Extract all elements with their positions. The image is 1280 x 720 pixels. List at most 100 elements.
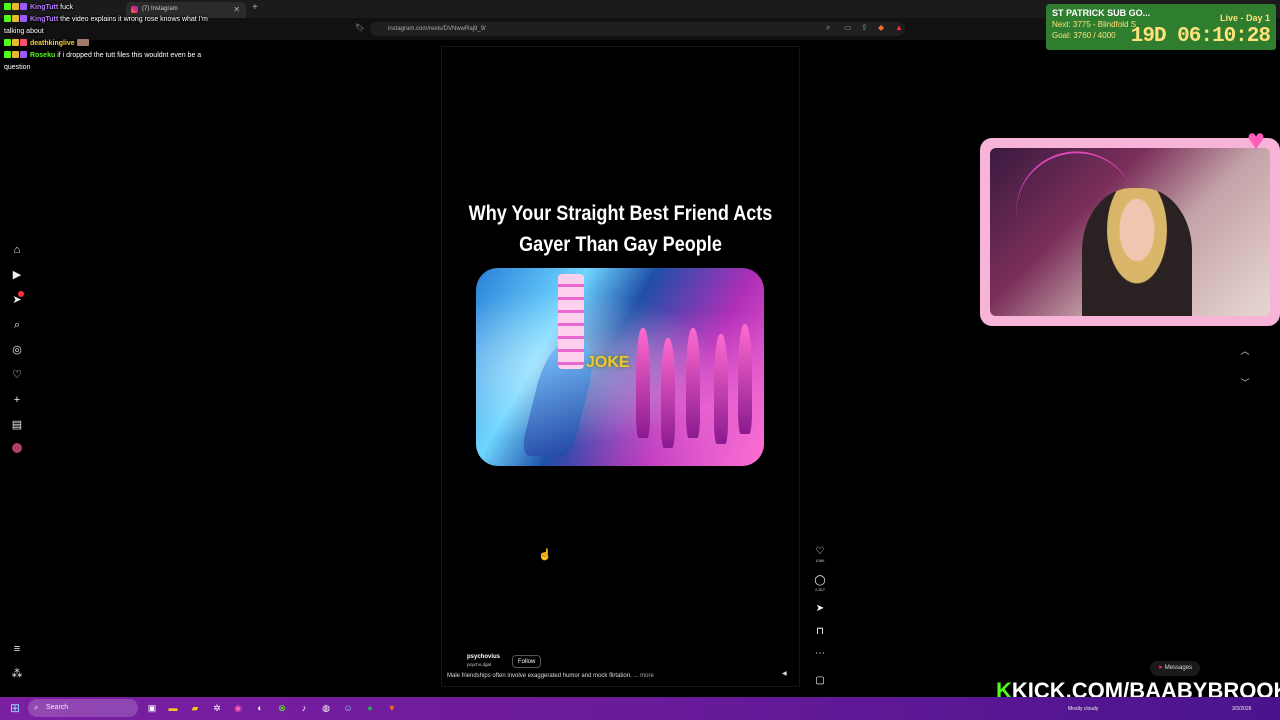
author-name[interactable]: psychovius bbox=[467, 654, 500, 660]
new-tab-button[interactable]: + bbox=[252, 2, 258, 13]
spotify-icon[interactable]: ● bbox=[363, 701, 377, 715]
more-options-button[interactable]: ⋯ bbox=[813, 648, 827, 659]
chat-username: Roseku bbox=[29, 52, 56, 59]
reader-icon[interactable]: ▭ bbox=[844, 23, 852, 32]
reel-description: Male friendships often involve exaggerat… bbox=[447, 673, 654, 679]
chat-message: KingTutt the video explains it wrong ros… bbox=[4, 14, 214, 38]
taskbar-date[interactable]: 3/3/2026 bbox=[1232, 706, 1251, 712]
subscriber-badge-icon bbox=[4, 51, 11, 58]
share-icon[interactable]: ⇪ bbox=[861, 23, 868, 32]
messages-button[interactable]: ➤ Messages bbox=[1150, 661, 1201, 676]
menu-icon[interactable]: ≡ bbox=[10, 642, 24, 656]
audio-thumbnail[interactable]: ▢ bbox=[813, 675, 827, 686]
sword-badge-icon bbox=[20, 15, 27, 22]
streamer bbox=[1082, 188, 1192, 316]
send-icon: ➤ bbox=[1158, 665, 1164, 671]
xbox-icon[interactable]: ⊗ bbox=[275, 701, 289, 715]
obs-icon[interactable]: ◍ bbox=[319, 701, 333, 715]
webcam-frame bbox=[980, 138, 1280, 326]
subscriber-badge-icon bbox=[4, 39, 11, 46]
timer-clock: 19D 06:10:28 bbox=[1130, 25, 1271, 48]
save-button[interactable]: ⊓ bbox=[813, 626, 827, 637]
more-link[interactable]: ... more bbox=[633, 673, 653, 679]
brave-icon[interactable]: ▼ bbox=[385, 701, 399, 715]
crown-badge-icon bbox=[12, 15, 19, 22]
box-stack bbox=[558, 274, 584, 369]
home-icon[interactable]: ⌂ bbox=[10, 243, 24, 257]
search-icon[interactable]: ⌕ bbox=[10, 318, 24, 332]
chat-text: fuck bbox=[60, 4, 73, 11]
like-count: 106K bbox=[815, 558, 825, 563]
chevron-down-icon[interactable]: ﹀ bbox=[1238, 376, 1252, 390]
windows-start-icon[interactable]: ⊞ bbox=[10, 701, 24, 715]
search-placeholder: Search bbox=[46, 704, 69, 711]
hand-cursor-icon: ☝ bbox=[538, 549, 552, 561]
crown-badge-icon bbox=[12, 3, 19, 10]
author-subtitle: psycho.dgal bbox=[467, 662, 492, 667]
brave-shield-icon[interactable]: ◆ bbox=[878, 23, 884, 32]
reel-title-line1: Why Your Straight Best Friend Acts bbox=[468, 202, 773, 225]
reel-title: Why Your Straight Best Friend Acts Gayer… bbox=[466, 198, 775, 260]
taskbar-search[interactable]: ⌕ Search bbox=[28, 699, 138, 717]
chat-message: deathkinglive bbox=[4, 38, 214, 50]
dashboard-icon[interactable]: ▤ bbox=[10, 418, 24, 432]
description-text: Male friendships often involve exaggerat… bbox=[447, 673, 632, 679]
webcam-feed bbox=[990, 148, 1270, 316]
explore-icon[interactable]: ◎ bbox=[10, 343, 24, 357]
live-day-label: Live - Day 1 bbox=[1219, 13, 1270, 23]
chat-username: KingTutt bbox=[29, 4, 59, 11]
sub-goal-timer: ST PATRICK SUB GO... Live - Day 1 Next: … bbox=[1046, 4, 1276, 50]
stream-chat: KingTutt fuck KingTutt the video explain… bbox=[4, 2, 214, 74]
search-icon: ⌕ bbox=[34, 703, 39, 712]
heart-badge-icon bbox=[20, 39, 27, 46]
share-button[interactable]: ➤ bbox=[813, 603, 827, 614]
crown-badge-icon bbox=[12, 39, 19, 46]
create-icon[interactable]: + bbox=[10, 393, 24, 407]
dancer bbox=[714, 334, 728, 444]
app-icon[interactable]: ◉ bbox=[231, 701, 245, 715]
messages-label: Messages bbox=[1164, 665, 1193, 671]
file-explorer-icon[interactable]: ▬ bbox=[166, 701, 180, 715]
comment-button[interactable]: ◯ 2,507 bbox=[813, 575, 827, 592]
follow-button[interactable]: Follow bbox=[512, 655, 542, 668]
zoom-icon[interactable]: ⌕ bbox=[826, 23, 830, 33]
settings-icon[interactable]: ✲ bbox=[210, 701, 224, 715]
pixel-heart-icon: ♥ bbox=[1247, 124, 1265, 157]
url-text: instagram.com/reels/DVNwwRaj9_9/ bbox=[388, 26, 486, 32]
folder-icon[interactable]: ▰ bbox=[188, 701, 202, 715]
more-apps-icon[interactable]: ⁂ bbox=[10, 667, 24, 681]
like-button[interactable]: ♡ 106K bbox=[813, 546, 827, 563]
emote-icon bbox=[76, 39, 89, 46]
brave-rewards-icon[interactable]: ▲ bbox=[895, 23, 903, 32]
steam-icon[interactable]: ◐ bbox=[253, 701, 267, 715]
reel-title-line2: Gayer Than Gay People bbox=[519, 233, 722, 256]
subscriber-badge-icon bbox=[4, 3, 11, 10]
joke-text: JOKE bbox=[586, 354, 630, 371]
subscriber-badge-icon bbox=[4, 15, 11, 22]
profile-avatar-icon[interactable] bbox=[10, 443, 24, 457]
chat-username: deathkinglive bbox=[29, 40, 75, 47]
reel-illustration: JOKE bbox=[476, 268, 764, 466]
discord-icon[interactable]: ☺ bbox=[341, 701, 355, 715]
heart-icon[interactable]: ♡ bbox=[10, 368, 24, 382]
dancer bbox=[661, 338, 675, 448]
dancer bbox=[686, 328, 700, 438]
address-bar[interactable]: instagram.com/reels/DVNwwRaj9_9/ bbox=[370, 22, 905, 36]
tiktok-icon[interactable]: ♪ bbox=[297, 701, 311, 715]
sword-badge-icon bbox=[20, 3, 27, 10]
dancer bbox=[738, 324, 752, 434]
chevron-up-icon[interactable]: ︿ bbox=[1238, 344, 1252, 358]
chat-username: KingTutt bbox=[29, 16, 59, 23]
mute-icon[interactable]: ◀︎ bbox=[782, 670, 787, 677]
comment-count: 2,507 bbox=[814, 587, 825, 592]
send-icon[interactable]: ➤ bbox=[10, 291, 24, 307]
chat-message: Roseku if i dropped the tutt files this … bbox=[4, 50, 214, 74]
task-view-icon[interactable]: ▣ bbox=[145, 701, 159, 715]
crown-badge-icon bbox=[12, 51, 19, 58]
chat-message: KingTutt fuck bbox=[4, 2, 214, 14]
reels-icon[interactable]: ▶ bbox=[10, 268, 24, 282]
close-tab-icon[interactable]: ✕ bbox=[233, 2, 240, 17]
weather-label[interactable]: Mostly cloudy bbox=[1068, 706, 1098, 712]
dancer bbox=[636, 328, 650, 438]
bookmark-icon[interactable]: 🔖︎ bbox=[355, 23, 365, 32]
